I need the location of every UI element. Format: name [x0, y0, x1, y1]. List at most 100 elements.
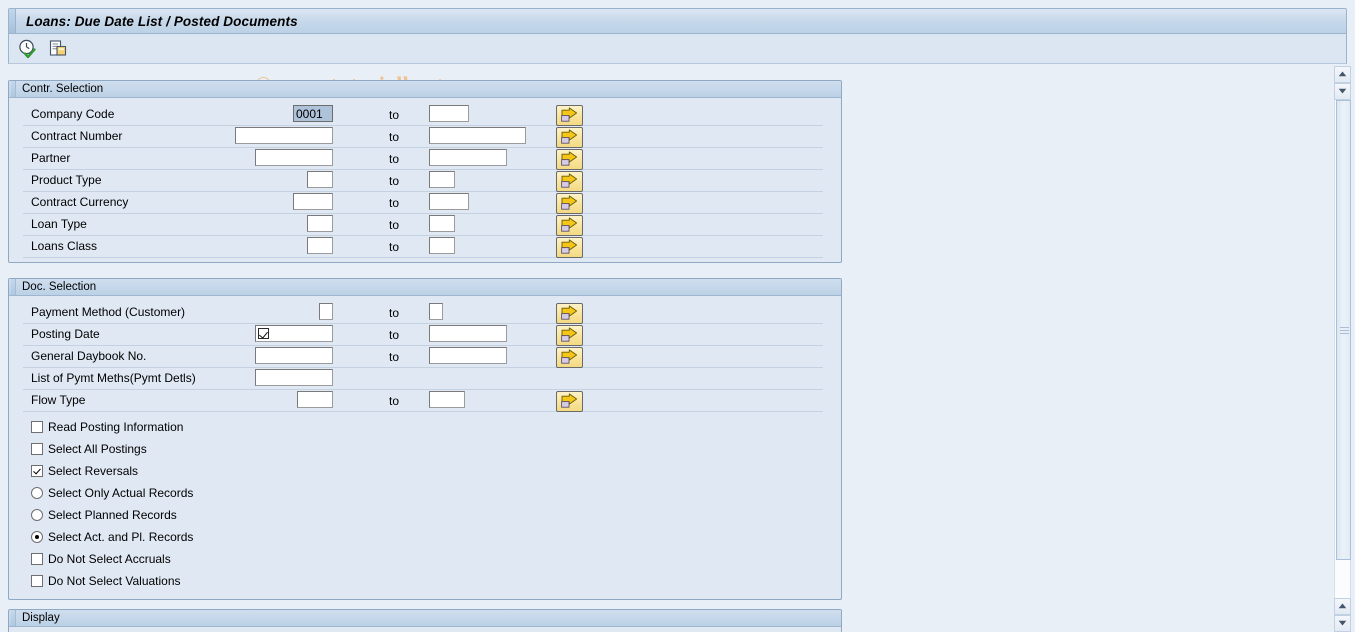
execute-clock-icon[interactable] — [17, 38, 39, 60]
option-label: Do Not Select Accruals — [48, 552, 171, 566]
field-from-input[interactable] — [307, 215, 333, 232]
field-label: Company Code — [31, 107, 115, 121]
multiple-selection-button-doc-0[interactable] — [556, 303, 583, 324]
scrollbar-track[interactable] — [1334, 100, 1351, 598]
field-to-input[interactable] — [429, 105, 469, 122]
range-to-label: to — [389, 108, 400, 122]
checkbox-read-posting-information[interactable]: Read Posting Information — [31, 417, 183, 437]
form-row: Contract Number to — [9, 126, 841, 148]
field-from-input[interactable] — [255, 347, 333, 364]
checkbox-select-reversals[interactable]: Select Reversals — [31, 461, 138, 481]
multiple-selection-button-doc-1[interactable] — [556, 325, 583, 346]
option-label: Select Act. and Pl. Records — [48, 530, 194, 544]
field-to-input[interactable] — [429, 127, 526, 144]
option-label: Select Reversals — [48, 464, 139, 478]
field-label: General Daybook No. — [31, 349, 147, 363]
field-to-input[interactable] — [429, 325, 507, 342]
field-from-input[interactable] — [293, 193, 333, 210]
field-from-input[interactable] — [255, 149, 333, 166]
field-to-input[interactable] — [429, 237, 455, 254]
radio-button[interactable] — [31, 531, 43, 543]
range-to-label: to — [389, 240, 400, 254]
form-row: Partner to — [9, 148, 841, 170]
range-to-label: to — [389, 174, 400, 188]
form-row: Contract Currency to — [9, 192, 841, 214]
field-label: Partner — [31, 151, 71, 165]
scroll-up-button[interactable] — [1334, 66, 1351, 83]
field-label: Contract Number — [31, 129, 123, 143]
field-label: Contract Currency — [31, 195, 129, 209]
checkbox-do-not-select-valuations[interactable]: Do Not Select Valuations — [31, 571, 181, 591]
field-from-input[interactable] — [255, 325, 333, 342]
field-to-input[interactable] — [429, 193, 469, 210]
checkbox-box[interactable] — [31, 575, 43, 587]
scrollbar-grip — [1340, 327, 1349, 334]
field-from-input[interactable] — [307, 237, 333, 254]
checkbox-box[interactable] — [31, 465, 43, 477]
field-label: Loan Type — [31, 217, 87, 231]
range-to-label: to — [389, 152, 400, 166]
scrollbar-thumb[interactable] — [1336, 100, 1351, 560]
field-to-input[interactable] — [429, 303, 443, 320]
application-toolbar: © www.tutorialkart.com — [8, 34, 1347, 97]
checkbox-do-not-select-accruals[interactable]: Do Not Select Accruals — [31, 549, 171, 569]
checkbox-select-all-postings[interactable]: Select All Postings — [31, 439, 147, 459]
form-row: Loans Class to — [9, 236, 841, 258]
radio-button[interactable] — [31, 487, 43, 499]
sap-selection-screen: Loans: Due Date List / Posted Documents … — [0, 0, 1355, 632]
radio-select-only-actual-records[interactable]: Select Only Actual Records — [31, 483, 193, 503]
checkbox-box[interactable] — [31, 443, 43, 455]
range-to-label: to — [389, 196, 400, 210]
field-from-input[interactable] — [307, 171, 333, 188]
range-to-label: to — [389, 218, 400, 232]
radio-select-planned-records[interactable]: Select Planned Records — [31, 505, 177, 525]
multiple-selection-button-contract-5[interactable] — [556, 215, 583, 236]
scroll-down-button-top[interactable] — [1334, 83, 1351, 100]
multiple-selection-button-contract-3[interactable] — [556, 171, 583, 192]
panel-title-doc-selection: Doc. Selection — [22, 281, 97, 293]
radio-button[interactable] — [31, 509, 43, 521]
field-from-input[interactable] — [319, 303, 333, 320]
range-to-label: to — [389, 350, 400, 364]
field-to-input[interactable] — [429, 391, 465, 408]
form-row: Payment Method (Customer) to — [9, 302, 841, 324]
checkbox-box[interactable] — [31, 421, 43, 433]
field-from-input[interactable] — [297, 391, 333, 408]
checkbox-box[interactable] — [31, 553, 43, 565]
vertical-scrollbar[interactable] — [1334, 66, 1351, 632]
field-label: Payment Method (Customer) — [31, 305, 186, 319]
multiple-selection-button-contract-2[interactable] — [556, 149, 583, 170]
multiple-selection-button-contract-6[interactable] — [556, 237, 583, 258]
multiple-selection-button-contract-1[interactable] — [556, 127, 583, 148]
multiple-selection-button-contract-0[interactable] — [556, 105, 583, 126]
field-to-input[interactable] — [429, 171, 455, 188]
field-to-input[interactable] — [429, 149, 507, 166]
scroll-up-button-bottom[interactable] — [1334, 598, 1351, 615]
panel-body-display — [9, 627, 841, 632]
panel-grip — [11, 279, 16, 295]
panel-contract-selection: Contr. Selection Company CodetoContract … — [8, 80, 842, 263]
radio-select-act-and-pl-records[interactable]: Select Act. and Pl. Records — [31, 527, 193, 547]
range-to-label: to — [389, 130, 400, 144]
form-row: Loan Type to — [9, 214, 841, 236]
scroll-down-button[interactable] — [1334, 615, 1351, 632]
option-label: Select All Postings — [48, 442, 147, 456]
form-row: Product Type to — [9, 170, 841, 192]
field-label: Posting Date — [31, 327, 100, 341]
panel-header-doc-selection: Doc. Selection — [9, 279, 841, 296]
field-from-input[interactable] — [235, 127, 333, 144]
multiple-selection-button-doc-2[interactable] — [556, 347, 583, 368]
copy-document-icon[interactable] — [47, 38, 69, 60]
panel-doc-selection: Doc. Selection Payment Method (Customer)… — [8, 278, 842, 600]
row-separator — [23, 411, 823, 412]
selection-screen-content: Contr. Selection Company CodetoContract … — [8, 66, 1321, 632]
field-to-input[interactable] — [429, 215, 455, 232]
multiple-selection-button-doc-4[interactable] — [556, 391, 583, 412]
panel-body-doc-selection: Payment Method (Customer) to Posting Date t… — [9, 296, 841, 599]
option-label: Select Only Actual Records — [48, 486, 194, 500]
page-title: Loans: Due Date List / Posted Documents — [26, 13, 298, 29]
field-from-input[interactable] — [255, 369, 333, 386]
field-to-input[interactable] — [429, 347, 507, 364]
multiple-selection-button-contract-4[interactable] — [556, 193, 583, 214]
field-from-input[interactable] — [293, 105, 333, 122]
